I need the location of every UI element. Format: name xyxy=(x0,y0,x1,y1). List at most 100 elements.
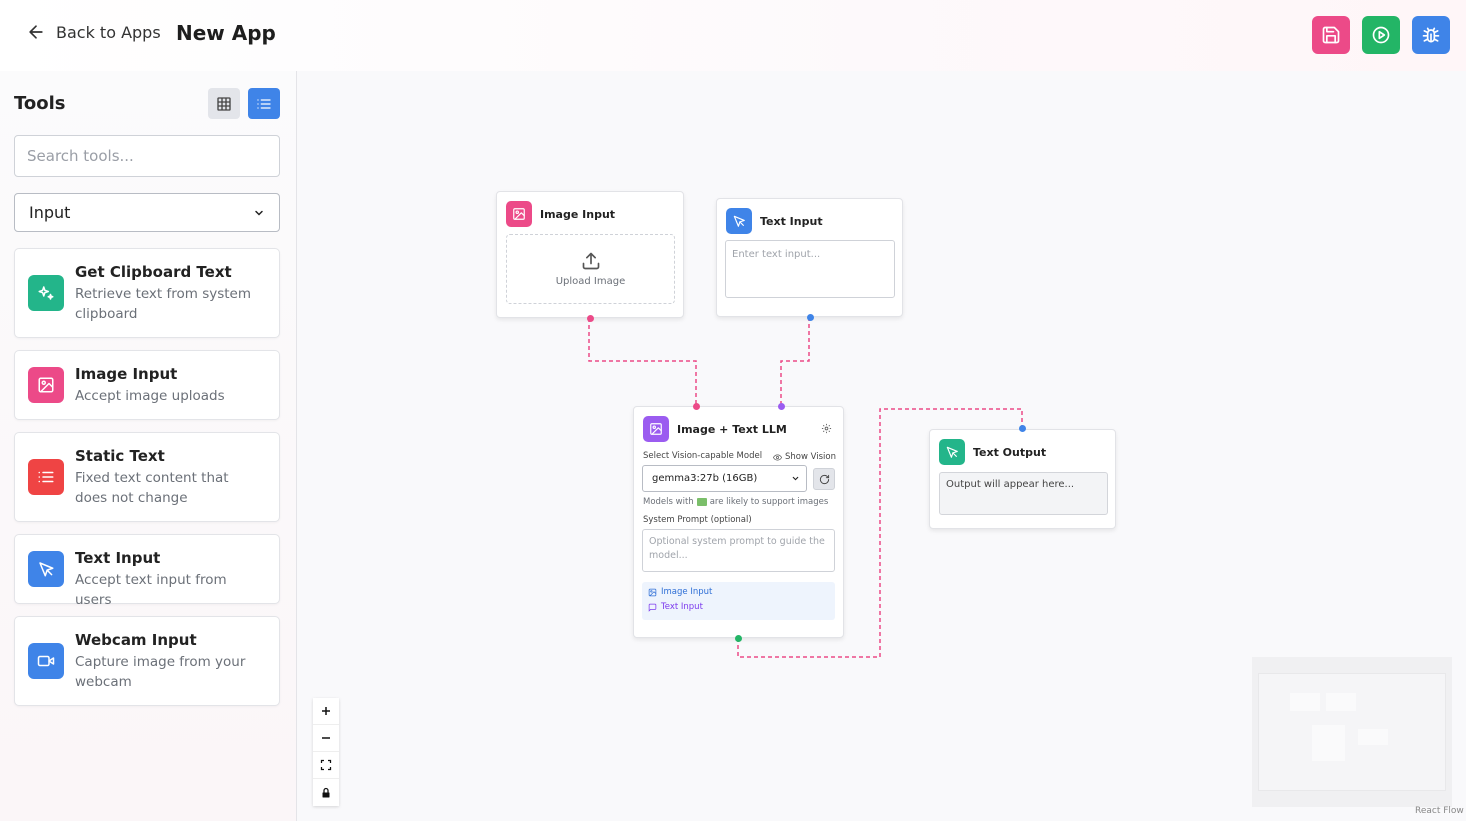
image-input-handle[interactable] xyxy=(693,403,700,410)
react-flow-attribution[interactable]: React Flow xyxy=(1415,806,1464,816)
connected-input-label: Image Input xyxy=(661,587,713,597)
input-handle[interactable] xyxy=(1019,425,1026,432)
tool-card-image-input[interactable]: Image Input Accept image uploads xyxy=(14,350,280,420)
output-handle[interactable] xyxy=(735,635,742,642)
cursor-icon xyxy=(939,439,965,465)
refresh-icon xyxy=(819,474,829,484)
upload-label: Upload Image xyxy=(555,276,626,287)
connected-input-text: Text Input xyxy=(648,602,703,612)
system-prompt-label: System Prompt (optional) xyxy=(643,515,752,525)
list-icon xyxy=(28,459,64,495)
node-title: Text Input xyxy=(760,214,823,228)
minimap-node xyxy=(1290,693,1320,711)
category-select[interactable]: Input xyxy=(14,193,280,232)
node-header: Image Input xyxy=(506,201,615,227)
hint-prefix: Models with xyxy=(643,497,694,507)
connected-inputs: Image Input Text Input xyxy=(642,582,835,620)
output-handle[interactable] xyxy=(807,314,814,321)
text-input-field[interactable]: Enter text input... xyxy=(725,240,895,298)
tools-sidebar: Tools Input Get Clipboard Text Retrieve … xyxy=(0,71,297,821)
model-selected-value: gemma3:27b (16GB) xyxy=(652,473,758,484)
arrow-left-icon xyxy=(29,25,43,39)
minimap-node xyxy=(1312,725,1345,761)
search-tools-input[interactable] xyxy=(14,135,280,177)
lock-button[interactable] xyxy=(313,779,339,806)
list-icon xyxy=(257,98,271,109)
model-label: Select Vision-capable Model xyxy=(643,451,763,461)
tool-desc: Accept text input from users xyxy=(75,572,227,608)
sparkles-icon xyxy=(28,275,64,311)
save-button[interactable] xyxy=(1312,16,1350,54)
bug-icon xyxy=(1422,27,1440,43)
flow-controls xyxy=(313,698,339,806)
tool-desc: Capture image from your webcam xyxy=(75,654,246,690)
node-image-text-llm[interactable]: Image + Text LLM Select Vision-capable M… xyxy=(633,403,844,642)
tool-name: Text Input xyxy=(75,549,161,567)
node-header: Image + Text LLM xyxy=(643,416,787,442)
tool-desc: Fixed text content that does not change xyxy=(75,470,229,506)
fit-view-icon xyxy=(320,759,332,771)
zoom-out-button[interactable] xyxy=(313,725,339,752)
node-header: Text Output xyxy=(939,439,1046,465)
tool-name: Static Text xyxy=(75,447,165,465)
node-title: Image Input xyxy=(540,207,616,221)
show-vision-label: Show Vision xyxy=(785,452,837,462)
debug-button[interactable] xyxy=(1412,16,1450,54)
cursor-icon xyxy=(726,208,752,234)
system-prompt-field[interactable]: Optional system prompt to guide the mode… xyxy=(642,529,835,572)
minimap-node xyxy=(1326,693,1356,711)
category-selected-value: Input xyxy=(29,203,71,222)
tool-desc: Retrieve text from system clipboard xyxy=(75,286,252,322)
back-to-apps-link[interactable]: Back to Apps xyxy=(26,22,161,42)
app-title: New App xyxy=(176,21,276,45)
show-vision-toggle[interactable]: Show Vision xyxy=(773,452,836,462)
app-header: Back to Apps New App xyxy=(0,0,1466,71)
gear-icon[interactable] xyxy=(821,423,832,434)
tool-card-webcam-input[interactable]: Webcam Input Capture image from your web… xyxy=(14,616,280,706)
eye-icon xyxy=(773,453,782,461)
tool-name: Image Input xyxy=(75,365,178,383)
tool-card-get-clipboard-text[interactable]: Get Clipboard Text Retrieve text from sy… xyxy=(14,248,280,338)
cursor-icon xyxy=(28,551,64,587)
play-icon xyxy=(1372,26,1390,44)
node-text-output[interactable]: Text Output Output will appear here... xyxy=(929,425,1116,529)
output-handle[interactable] xyxy=(587,315,594,322)
upload-image-dropzone[interactable]: Upload Image xyxy=(506,234,675,304)
run-button[interactable] xyxy=(1362,16,1400,54)
upload-icon xyxy=(582,252,599,270)
plus-icon xyxy=(322,707,330,715)
save-icon xyxy=(1322,26,1340,44)
node-header: Text Input xyxy=(726,208,823,234)
tool-desc: Accept image uploads xyxy=(75,388,225,404)
chevron-down-icon xyxy=(255,210,263,216)
image-icon xyxy=(28,367,64,403)
tool-card-static-text[interactable]: Static Text Fixed text content that does… xyxy=(14,432,280,522)
zoom-in-button[interactable] xyxy=(313,698,339,725)
fit-view-button[interactable] xyxy=(313,752,339,779)
node-image-input[interactable]: Image Input Upload Image xyxy=(496,191,684,322)
vision-image-icon xyxy=(696,498,707,506)
vision-hint: Models with are likely to support images xyxy=(643,497,828,507)
grid-view-button[interactable] xyxy=(208,88,240,119)
message-icon xyxy=(648,603,657,612)
node-title: Text Output xyxy=(973,445,1047,459)
node-text-input[interactable]: Text Input Enter text input... xyxy=(716,198,903,321)
output-display: Output will appear here... xyxy=(939,472,1108,515)
tools-title: Tools xyxy=(14,93,66,114)
text-input-handle[interactable] xyxy=(778,403,785,410)
model-select[interactable]: gemma3:27b (16GB) xyxy=(642,465,807,492)
minimap-node xyxy=(1358,729,1388,745)
connected-input-label: Text Input xyxy=(661,602,703,612)
minimap[interactable] xyxy=(1252,657,1452,807)
refresh-models-button[interactable] xyxy=(813,468,835,490)
minimap-viewport xyxy=(1258,673,1446,791)
back-label: Back to Apps xyxy=(56,22,161,42)
connected-input-image: Image Input xyxy=(648,587,712,597)
tool-card-text-input[interactable]: Text Input Accept text input from users xyxy=(14,534,280,608)
image-edit-icon xyxy=(643,416,669,442)
hint-suffix: are likely to support images xyxy=(709,497,829,507)
chevron-down-icon xyxy=(792,476,799,481)
grid-icon xyxy=(217,96,231,111)
list-view-button[interactable] xyxy=(248,88,280,119)
image-icon xyxy=(648,588,657,596)
